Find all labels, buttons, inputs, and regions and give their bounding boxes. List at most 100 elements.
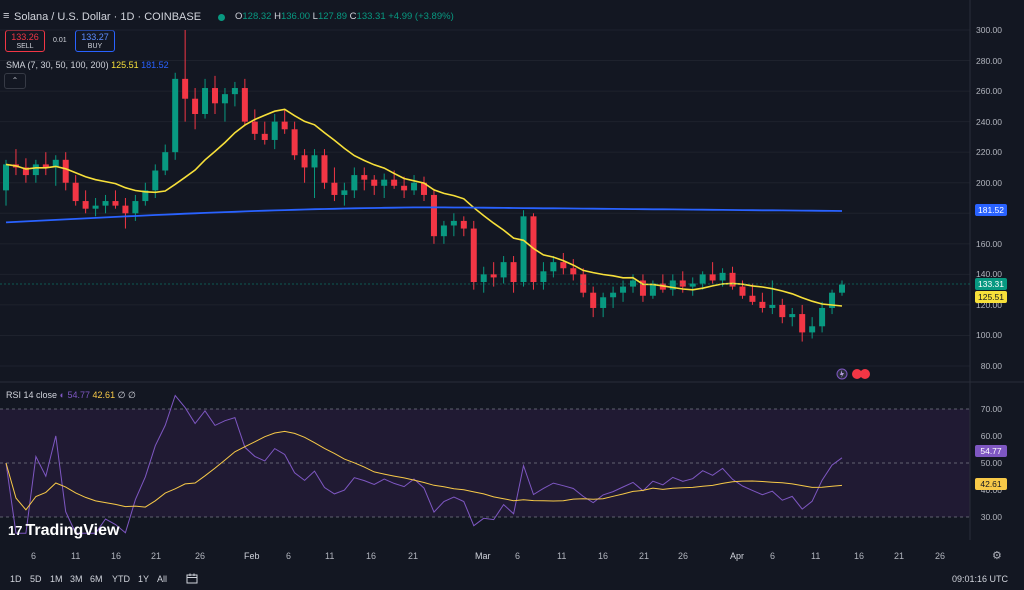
timeframe-button-3m[interactable]: 3M xyxy=(70,574,83,584)
timeframe-button-1y[interactable]: 1Y xyxy=(138,574,149,584)
events-icons[interactable] xyxy=(834,368,874,380)
price-tick-label: 160.00 xyxy=(976,238,1002,249)
time-tick-label: 11 xyxy=(71,551,81,561)
time-tick-label: Mar xyxy=(475,551,491,561)
price-tick-label: 280.00 xyxy=(976,55,1002,66)
candle-body xyxy=(391,179,398,186)
price-tick-label: 200.00 xyxy=(976,177,1002,188)
candle-body xyxy=(610,292,617,298)
candle-body xyxy=(92,205,99,209)
candle-body xyxy=(261,133,268,140)
time-tick-label: 26 xyxy=(678,551,689,561)
candle-body xyxy=(679,280,686,287)
time-tick-label: 16 xyxy=(111,551,122,561)
candle-body xyxy=(192,98,199,114)
candle-body xyxy=(231,88,238,95)
candle-body xyxy=(132,201,139,214)
candle-body xyxy=(789,314,796,318)
timeframe-button-1d[interactable]: 1D xyxy=(10,574,22,584)
candle-body xyxy=(152,170,159,191)
timeframe-button-ytd[interactable]: YTD xyxy=(112,574,130,584)
candle-body xyxy=(540,271,547,282)
candle-body xyxy=(361,175,368,180)
time-tick-label: 16 xyxy=(598,551,609,561)
candle-body xyxy=(321,155,328,183)
candle-body xyxy=(450,220,457,226)
candle-body xyxy=(102,201,109,206)
candle-body xyxy=(122,205,129,214)
candle-body xyxy=(799,314,806,333)
timeframe-button-all[interactable]: All xyxy=(157,574,167,584)
candle-body xyxy=(311,155,318,168)
price-chart[interactable] xyxy=(0,0,1024,590)
candle-body xyxy=(241,88,248,122)
candle-body xyxy=(719,272,726,281)
settings-icon[interactable]: ⚙ xyxy=(992,549,1002,562)
us-flag-icon-2 xyxy=(860,369,870,379)
candle-body xyxy=(440,225,447,237)
candle-body xyxy=(381,179,388,186)
price-tick-label: 240.00 xyxy=(976,116,1002,127)
candle-body xyxy=(560,262,567,269)
candle-body xyxy=(510,262,517,282)
candle-body xyxy=(72,182,79,202)
price-tick-label: 260.00 xyxy=(976,86,1002,97)
candle-body xyxy=(620,286,627,293)
candle-body xyxy=(739,286,746,296)
sma200-badge: 181.52 xyxy=(975,204,1007,216)
time-tick-label: 6 xyxy=(770,551,776,561)
candle-body xyxy=(62,159,69,183)
rsi-tick-label: 60.00 xyxy=(980,431,1002,441)
candle-body xyxy=(630,280,636,287)
time-tick-label: Apr xyxy=(730,551,745,561)
candle-body xyxy=(759,301,766,308)
candle-body xyxy=(749,295,756,302)
price-tick-label: 300.00 xyxy=(976,25,1002,35)
time-tick-label: 11 xyxy=(325,551,335,561)
candle-body xyxy=(301,155,308,168)
price-tick-label: 220.00 xyxy=(976,147,1002,158)
candle-body xyxy=(331,182,338,195)
candle-body xyxy=(82,201,89,209)
time-tick-label: 21 xyxy=(639,551,650,561)
candle-body xyxy=(470,228,477,282)
candle-body xyxy=(112,201,119,206)
candle-body xyxy=(590,292,597,308)
candle-body xyxy=(839,284,845,293)
candle-body xyxy=(709,274,716,281)
candle-body xyxy=(490,274,497,278)
candle-body xyxy=(202,88,209,114)
candle-body xyxy=(430,194,437,237)
candle-body xyxy=(570,268,577,275)
time-tick-label: 21 xyxy=(408,551,419,561)
calendar-range-icon[interactable] xyxy=(186,573,198,584)
close-price-badge: 133.31 xyxy=(975,278,1007,290)
candle-body xyxy=(779,304,786,318)
sma200-line xyxy=(5,206,843,224)
price-tick-label: 100.00 xyxy=(976,330,1002,341)
candle-body xyxy=(411,182,418,191)
timeframe-button-5d[interactable]: 5D xyxy=(30,574,42,584)
rsi-tick-label: 70.00 xyxy=(980,404,1002,414)
time-tick-label: 16 xyxy=(854,551,865,561)
candle-body xyxy=(729,272,736,287)
candle-body xyxy=(460,220,467,229)
time-tick-label: 6 xyxy=(515,551,521,561)
candle-body xyxy=(500,262,507,278)
time-tick-label: 11 xyxy=(811,551,821,561)
clock[interactable]: 09:01:16 UTC xyxy=(952,574,1008,584)
time-tick-label: 21 xyxy=(151,551,162,561)
time-tick-label: 16 xyxy=(366,551,377,561)
rsi-legend[interactable]: RSI 14 close ◐ 54.77 42.61 ∅ ∅ xyxy=(6,390,136,401)
time-tick-label: 11 xyxy=(557,551,567,561)
candle-body xyxy=(341,190,348,195)
time-tick-label: 6 xyxy=(286,551,292,561)
candle-body xyxy=(162,152,169,171)
timeframe-button-1m[interactable]: 1M xyxy=(50,574,63,584)
candle-body xyxy=(550,262,557,272)
candle-body xyxy=(182,78,189,99)
timeframe-button-6m[interactable]: 6M xyxy=(90,574,103,584)
time-tick-label: Feb xyxy=(244,551,260,561)
bottom-toolbar xyxy=(0,568,1024,590)
candle-body xyxy=(271,121,278,140)
